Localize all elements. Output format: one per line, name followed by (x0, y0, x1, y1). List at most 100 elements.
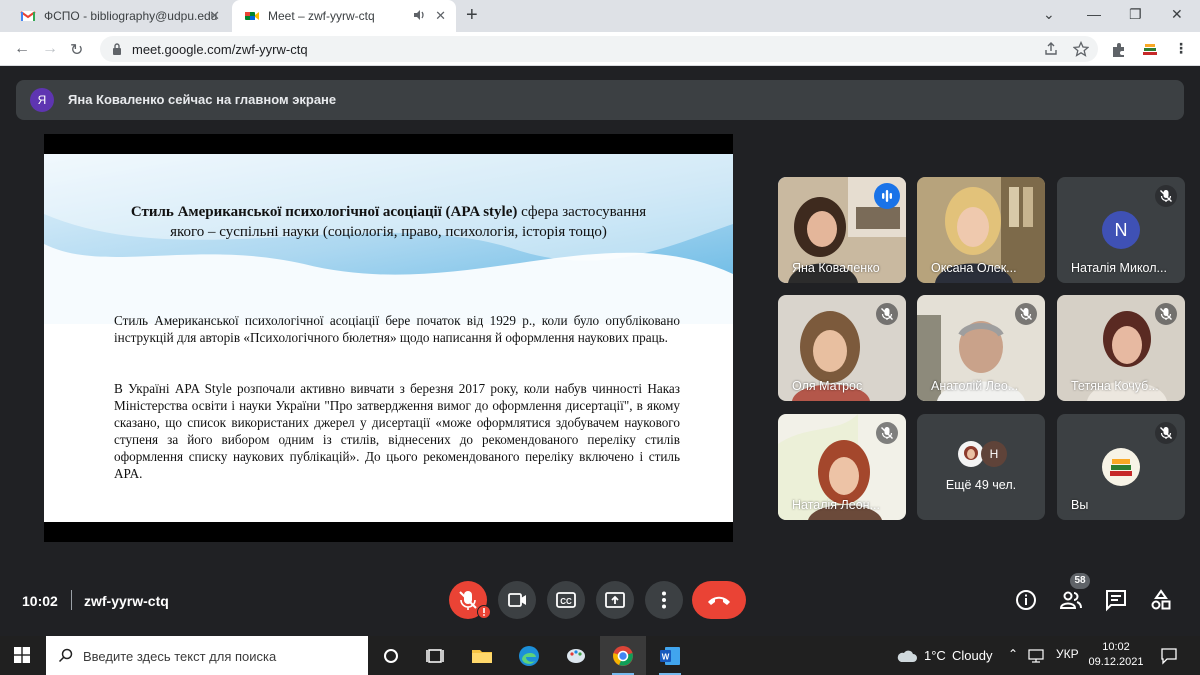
participant-tile[interactable]: Яна Коваленко (778, 177, 906, 283)
task-view-icon (426, 649, 444, 663)
svg-text:CC: CC (560, 597, 572, 606)
participant-tile[interactable]: N Наталія Микол... (1057, 177, 1185, 283)
extensions-puzzle-icon[interactable] (1110, 41, 1128, 59)
camera-toggle-button[interactable] (498, 581, 536, 619)
address-bar[interactable]: meet.google.com/zwf-yyrw-ctq (100, 36, 1098, 62)
minimize-icon[interactable]: — (1087, 6, 1101, 22)
meeting-info-icon[interactable] (1014, 588, 1038, 612)
people-icon[interactable] (1059, 588, 1083, 612)
lock-icon[interactable] (112, 43, 122, 55)
network-icon[interactable] (1028, 648, 1044, 664)
tab-search-icon[interactable]: ⌄ (1043, 6, 1055, 23)
activities-icon[interactable] (1149, 588, 1173, 612)
tray-chevron-icon[interactable]: ⌃ (1008, 647, 1018, 661)
slide-title: Стиль Американської психологічної асоціа… (114, 202, 663, 242)
books-extension-icon[interactable] (1141, 41, 1159, 59)
restore-icon[interactable]: ❐ (1129, 6, 1142, 23)
chrome-button[interactable] (600, 636, 646, 675)
paint-palette-icon (567, 649, 585, 663)
self-tile[interactable]: Вы (1057, 414, 1185, 520)
leave-call-button[interactable] (692, 581, 746, 619)
google-meet-icon (245, 12, 259, 20)
tab-strip: ФСПО - bibliography@udpu.edu ✕ Meet – zw… (0, 0, 1200, 32)
clock-time: 10:02 (1102, 641, 1130, 653)
more-participants-label: Ещё 49 чел. (945, 478, 1017, 492)
chat-icon[interactable] (1104, 588, 1128, 612)
meeting-code: zwf-yyrw-ctq (84, 593, 169, 609)
speaking-indicator (874, 183, 900, 209)
close-tab-icon[interactable]: ✕ (435, 8, 446, 24)
tab-meet[interactable]: Meet – zwf-yyrw-ctq ✕ (232, 0, 456, 32)
slide-paragraph-1: Стиль Американської психологічної асоціа… (114, 313, 680, 345)
participant-tile[interactable]: Тетяна Кочуб... (1057, 295, 1185, 401)
participant-tile[interactable]: Наталія Леон... (778, 414, 906, 520)
mic-off-icon (1020, 308, 1032, 320)
tab-title: ФСПО - bibliography@udpu.edu (44, 9, 218, 23)
weather-temp[interactable]: 1°C (924, 648, 946, 663)
letterbox-bottom (44, 522, 733, 542)
windows-taskbar: Введите здесь текст для поиска W 1°C Clo… (0, 636, 1200, 675)
new-tab-icon[interactable]: + (466, 4, 478, 27)
share-icon[interactable] (1043, 41, 1059, 57)
meet-area: Я Яна Коваленко сейчас на главном экране… (0, 66, 1200, 636)
video-camera-icon (508, 593, 526, 607)
tab-title: Meet – zwf-yyrw-ctq (268, 9, 375, 23)
participant-name: Анатолій Лео... (931, 379, 1019, 393)
muted-indicator (876, 422, 898, 444)
letterbox-top (44, 134, 733, 154)
close-window-icon[interactable]: ✕ (1171, 6, 1183, 23)
participant-name: Яна Коваленко (792, 261, 880, 275)
url-text: meet.google.com/zwf-yyrw-ctq (132, 42, 308, 57)
word-button[interactable]: W (647, 636, 693, 675)
browser-menu-icon[interactable]: ⋮ (1174, 40, 1188, 57)
file-explorer-button[interactable] (459, 636, 505, 675)
mic-off-icon (1160, 190, 1172, 202)
avatar: Н (981, 441, 1007, 467)
more-options-button[interactable] (645, 581, 683, 619)
captions-button[interactable]: CC (547, 581, 585, 619)
participant-tile[interactable]: Оксана Олек... (917, 177, 1045, 283)
edge-browser-button[interactable] (506, 636, 552, 675)
gmail-icon (20, 11, 36, 21)
notifications-icon[interactable] (1160, 647, 1178, 665)
close-tab-icon[interactable]: ✕ (209, 8, 220, 24)
microphone-toggle-button[interactable] (449, 581, 491, 619)
taskbar-search[interactable]: Введите здесь текст для поиска (46, 636, 368, 675)
muted-indicator (1155, 303, 1177, 325)
participant-name: Оксана Олек... (931, 261, 1017, 275)
muted-indicator (1155, 422, 1177, 444)
tab-gmail[interactable]: ФСПО - bibliography@udpu.edu ✕ (8, 0, 230, 32)
participant-name: Тетяна Кочуб... (1071, 379, 1159, 393)
back-icon[interactable]: ← (14, 40, 30, 58)
present-screen-button[interactable] (596, 581, 634, 619)
participant-name: Вы (1071, 498, 1089, 512)
divider (71, 590, 72, 610)
participant-tile[interactable]: Анатолій Лео... (917, 295, 1045, 401)
weather-text[interactable]: Cloudy (952, 648, 992, 663)
system-clock[interactable]: 10:02 09.12.2021 (1086, 640, 1146, 670)
present-screen-icon (605, 592, 625, 608)
slide-paragraph-2: В Україні APA Style розпочали активно ви… (114, 381, 680, 481)
more-participants-tile[interactable]: Н Ещё 49 чел. (917, 414, 1045, 520)
muted-indicator (1155, 185, 1177, 207)
cloud-icon (897, 650, 917, 662)
participant-tile[interactable]: Оля Матрос (778, 295, 906, 401)
mic-off-icon (881, 427, 893, 439)
cortana-circle-icon (384, 649, 398, 663)
speaker-icon[interactable] (412, 8, 426, 22)
cortana-button[interactable] (368, 636, 414, 675)
mic-off-icon (1160, 427, 1172, 439)
paint-app-button[interactable] (553, 636, 599, 675)
windows-start-icon[interactable] (14, 647, 30, 663)
avatar: N (1102, 211, 1140, 249)
search-icon (58, 648, 73, 663)
closed-captions-icon: CC (556, 592, 576, 608)
clock-date: 09.12.2021 (1088, 656, 1144, 668)
reload-icon[interactable]: ↻ (70, 40, 83, 60)
presenter-notice: Яна Коваленко сейчас на главном экране (68, 92, 337, 107)
input-language[interactable]: УКР (1056, 647, 1079, 661)
forward-icon[interactable]: → (42, 40, 58, 58)
task-view-button[interactable] (412, 636, 458, 675)
participant-name: Оля Матрос (792, 379, 863, 393)
bookmark-star-icon[interactable] (1073, 41, 1089, 57)
